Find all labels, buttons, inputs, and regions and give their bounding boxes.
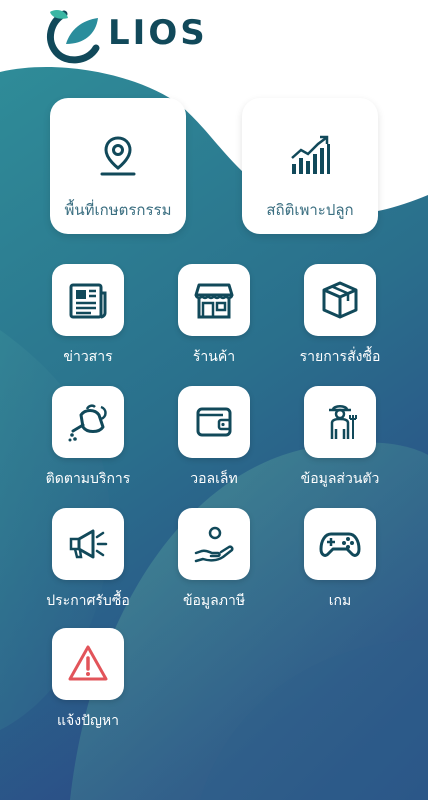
tax-info-tile[interactable] bbox=[178, 508, 250, 580]
profile-label: ข้อมูลส่วนตัว bbox=[300, 471, 380, 487]
purchase-announcement-menu-item[interactable]: ประกาศรับซื้อ bbox=[28, 508, 148, 616]
profile-tile[interactable] bbox=[304, 386, 376, 458]
store-icon bbox=[194, 283, 234, 319]
wallet-tile[interactable] bbox=[178, 386, 250, 458]
orders-tile[interactable] bbox=[304, 264, 376, 336]
wallet-icon bbox=[196, 407, 232, 437]
growth-chart-icon bbox=[291, 135, 330, 174]
package-icon bbox=[322, 281, 358, 319]
purchase-announcement-tile[interactable] bbox=[52, 508, 124, 580]
report-problem-label: แจ้งปัญหา bbox=[57, 713, 119, 729]
newspaper-icon bbox=[69, 283, 107, 319]
game-menu-item[interactable]: เกม bbox=[280, 508, 400, 616]
agricultural-area-label: พื้นที่เกษตรกรรม bbox=[64, 201, 172, 219]
store-tile[interactable] bbox=[178, 264, 250, 336]
service-tracking-tile[interactable] bbox=[52, 386, 124, 458]
news-label: ข่าวสาร bbox=[63, 349, 113, 365]
agricultural-area-card[interactable]: พื้นที่เกษตรกรรม bbox=[50, 98, 186, 234]
store-menu-item[interactable]: ร้านค้า bbox=[154, 264, 274, 372]
tax-info-label: ข้อมูลภาษี bbox=[182, 593, 246, 609]
megaphone-icon bbox=[69, 529, 108, 559]
wallet-menu-item[interactable]: วอลเล็ท bbox=[154, 386, 274, 494]
report-problem-tile[interactable] bbox=[52, 628, 124, 700]
news-tile[interactable] bbox=[52, 264, 124, 336]
game-label: เกม bbox=[328, 593, 352, 609]
report-problem-menu-item[interactable]: แจ้งปัญหา bbox=[28, 628, 148, 736]
game-tile[interactable] bbox=[304, 508, 376, 580]
purchase-announcement-label: ประกาศรับซื้อ bbox=[46, 593, 130, 609]
warning-icon bbox=[68, 645, 108, 681]
store-label: ร้านค้า bbox=[192, 349, 236, 365]
service-tracking-label: ติดตามบริการ bbox=[45, 471, 131, 487]
map-pin-icon bbox=[100, 136, 136, 176]
news-menu-item[interactable]: ข่าวสาร bbox=[28, 264, 148, 372]
farmer-icon bbox=[329, 405, 357, 439]
hand-person-icon bbox=[194, 526, 234, 563]
gamepad-icon bbox=[319, 532, 361, 557]
cultivation-stats-card[interactable]: สถิติเพาะปลูก bbox=[242, 98, 378, 234]
orders-menu-item[interactable]: รายการสั่งซื้อ bbox=[280, 264, 400, 372]
watering-can-icon bbox=[68, 404, 107, 442]
service-tracking-menu-item[interactable]: ติดตามบริการ bbox=[28, 386, 148, 494]
tax-info-menu-item[interactable]: ข้อมูลภาษี bbox=[154, 508, 274, 616]
orders-label: รายการสั่งซื้อ bbox=[299, 349, 381, 365]
cultivation-stats-label: สถิติเพาะปลูก bbox=[266, 201, 354, 219]
profile-menu-item[interactable]: ข้อมูลส่วนตัว bbox=[280, 386, 400, 494]
wallet-label: วอลเล็ท bbox=[190, 471, 238, 487]
